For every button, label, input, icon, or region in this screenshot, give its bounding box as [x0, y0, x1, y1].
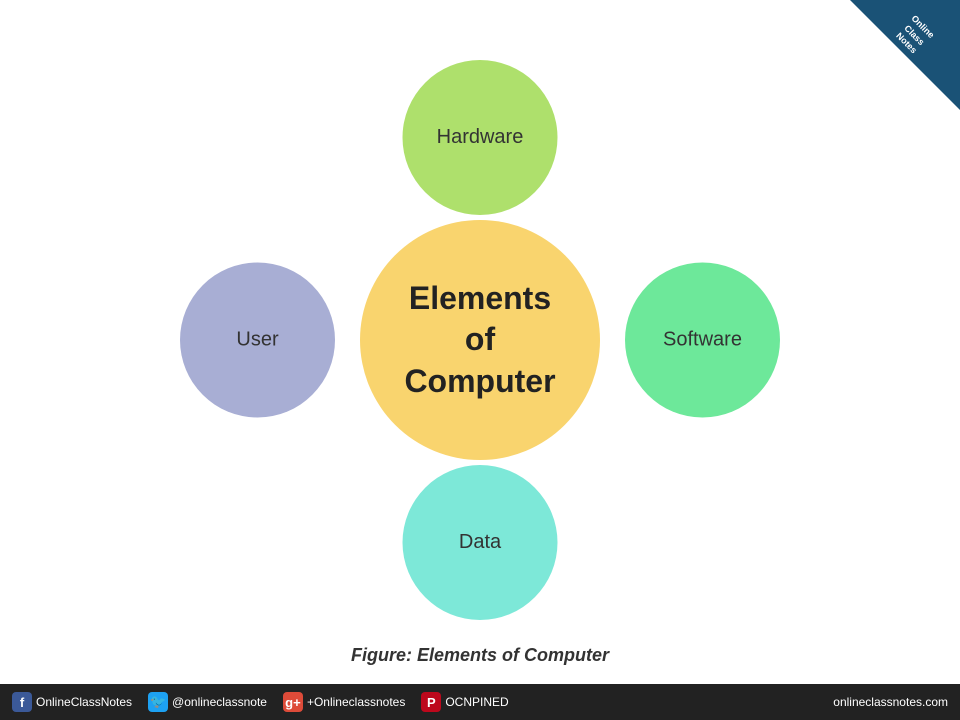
- footer-bar: f OnlineClassNotes 🐦 @onlineclassnote g+…: [0, 684, 960, 720]
- hardware-circle: Hardware: [403, 60, 558, 215]
- user-circle: User: [180, 263, 335, 418]
- googleplus-icon: g+: [283, 692, 303, 712]
- footer-facebook[interactable]: f OnlineClassNotes: [12, 692, 132, 712]
- hardware-label: Hardware: [437, 126, 524, 149]
- center-circle: ElementsofComputer: [360, 220, 600, 460]
- twitter-icon: 🐦: [148, 692, 168, 712]
- figure-caption: Figure: Elements of Computer: [0, 645, 960, 666]
- corner-badge: Online Class Notes: [850, 0, 960, 110]
- diagram-wrapper: Hardware Software Data User ElementsofCo…: [180, 60, 780, 620]
- facebook-icon: f: [12, 692, 32, 712]
- footer-social-items: f OnlineClassNotes 🐦 @onlineclassnote g+…: [12, 692, 509, 712]
- footer-pinterest[interactable]: P OCNPINED: [421, 692, 508, 712]
- software-label: Software: [663, 329, 742, 352]
- diagram-container: Hardware Software Data User ElementsofCo…: [0, 60, 960, 620]
- pinterest-icon: P: [421, 692, 441, 712]
- data-circle: Data: [403, 465, 558, 620]
- software-circle: Software: [625, 263, 780, 418]
- footer-twitter[interactable]: 🐦 @onlineclassnote: [148, 692, 267, 712]
- googleplus-label: +Onlineclassnotes: [307, 695, 405, 709]
- twitter-label: @onlineclassnote: [172, 695, 267, 709]
- user-label: User: [236, 329, 278, 352]
- data-label: Data: [459, 531, 501, 554]
- center-label: ElementsofComputer: [404, 278, 555, 403]
- facebook-label: OnlineClassNotes: [36, 695, 132, 709]
- footer-website: onlineclassnotes.com: [833, 695, 948, 709]
- pinterest-label: OCNPINED: [445, 695, 508, 709]
- footer-googleplus[interactable]: g+ +Onlineclassnotes: [283, 692, 405, 712]
